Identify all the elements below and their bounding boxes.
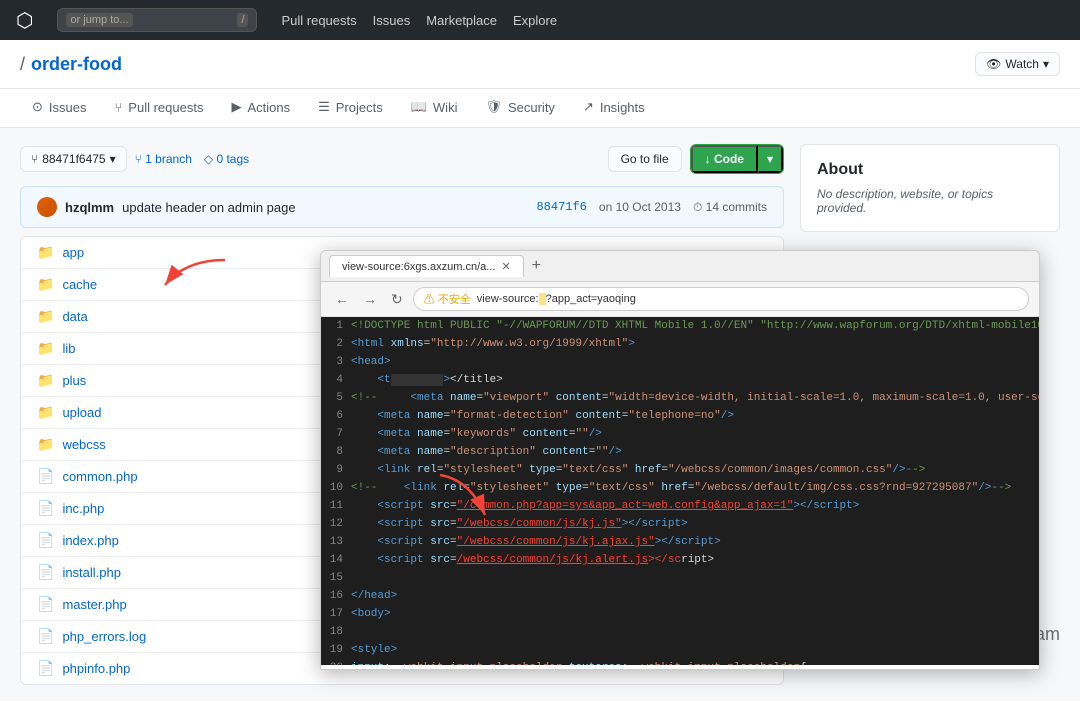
refresh-button[interactable]: ↻ bbox=[387, 289, 407, 310]
folder-icon: 📁 bbox=[37, 404, 54, 421]
branch-meta: ⑂ 1 branch ◇ 0 tags bbox=[135, 152, 250, 166]
commit-bar-left: ⑂ 88471f6475 ▾ ⑂ 1 branch ◇ 0 tags bbox=[20, 146, 249, 172]
issues-icon: ⊙ bbox=[32, 99, 43, 115]
about-title: About bbox=[817, 161, 1043, 179]
file-icon: 📄 bbox=[37, 564, 54, 581]
tab-security-label: Security bbox=[508, 100, 555, 115]
commit-message: update header on admin page bbox=[122, 200, 295, 215]
commit-bar: ⑂ 88471f6475 ▾ ⑂ 1 branch ◇ 0 tags Go to… bbox=[20, 144, 784, 174]
search-placeholder: or jump to... bbox=[66, 13, 132, 27]
folder-icon: 📁 bbox=[37, 308, 54, 325]
wiki-icon: 📖 bbox=[411, 99, 427, 115]
search-box[interactable]: or jump to... / bbox=[57, 8, 257, 32]
tab-issues-label: Issues bbox=[49, 100, 87, 115]
about-description: No description, website, or topics provi… bbox=[817, 187, 1043, 215]
last-commit-row: hzqlmm update header on admin page 88471… bbox=[20, 186, 784, 228]
commit-bar-right: Go to file ↓ Code ▾ bbox=[608, 144, 784, 174]
nav-explore[interactable]: Explore bbox=[513, 13, 557, 28]
tab-actions[interactable]: ▶ Actions bbox=[219, 89, 302, 127]
branch-icon: ⑂ bbox=[31, 152, 38, 166]
tab-pr-label: Pull requests bbox=[128, 100, 203, 115]
file-icon: 📄 bbox=[37, 468, 54, 485]
top-nav-links: Pull requests Issues Marketplace Explore bbox=[281, 13, 557, 28]
folder-icon: 📁 bbox=[37, 372, 54, 389]
actions-icon: ▶ bbox=[231, 99, 241, 115]
branch-name: 88471f6475 bbox=[42, 152, 105, 166]
folder-icon: 📁 bbox=[37, 276, 54, 293]
file-icon: 📄 bbox=[37, 628, 54, 645]
repo-tabs: ⊙ Issues ⑂ Pull requests ▶ Actions ☰ Pro… bbox=[0, 89, 1080, 128]
github-logo: ⬡ bbox=[16, 8, 33, 33]
tab-wiki[interactable]: 📖 Wiki bbox=[399, 89, 470, 127]
nav-marketplace[interactable]: Marketplace bbox=[426, 13, 497, 28]
commits-count[interactable]: ⏱ 14 commits bbox=[693, 200, 767, 215]
tab-projects-label: Projects bbox=[336, 100, 383, 115]
tab-insights[interactable]: ↗ Insights bbox=[571, 89, 657, 127]
branch-selector[interactable]: ⑂ 88471f6475 ▾ bbox=[20, 146, 127, 172]
browser-tab[interactable]: view-source:6xgs.axzum.cn/a... ✕ bbox=[329, 255, 524, 277]
url-bar[interactable]: ⚠ 不安全 view-source: ?app_act=yaoqing bbox=[413, 287, 1029, 311]
search-shortcut: / bbox=[237, 13, 248, 27]
browser-tab-title: view-source:6xgs.axzum.cn/a... bbox=[342, 261, 495, 273]
insights-icon: ↗ bbox=[583, 99, 594, 115]
branches-link[interactable]: ⑂ 1 branch bbox=[135, 152, 192, 166]
author-avatar bbox=[37, 197, 57, 217]
tab-insights-label: Insights bbox=[600, 100, 645, 115]
file-icon: 📄 bbox=[37, 532, 54, 549]
last-commit-left: hzqlmm update header on admin page bbox=[37, 197, 296, 217]
tab-wiki-label: Wiki bbox=[433, 100, 458, 115]
commit-date: on 10 Oct 2013 bbox=[599, 200, 681, 214]
commit-hash[interactable]: 88471f6 bbox=[536, 200, 586, 214]
top-nav: ⬡ or jump to... / Pull requests Issues M… bbox=[0, 0, 1080, 40]
tab-projects[interactable]: ☰ Projects bbox=[306, 89, 395, 127]
tab-security[interactable]: 🛡 Security bbox=[473, 89, 566, 127]
browser-overlay: view-source:6xgs.axzum.cn/a... ✕ + ← → ↻… bbox=[320, 250, 1040, 670]
url-text: view-source: ?app_act=yaoqing bbox=[477, 293, 636, 305]
goto-file-button[interactable]: Go to file bbox=[608, 146, 682, 172]
tags-link[interactable]: ◇ 0 tags bbox=[204, 152, 249, 166]
nav-pull-requests[interactable]: Pull requests bbox=[281, 13, 356, 28]
new-tab-button[interactable]: + bbox=[532, 257, 541, 275]
browser-tab-close[interactable]: ✕ bbox=[501, 260, 510, 273]
projects-icon: ☰ bbox=[318, 99, 330, 115]
folder-icon: 📁 bbox=[37, 340, 54, 357]
file-icon: 📄 bbox=[37, 596, 54, 613]
nav-issues[interactable]: Issues bbox=[373, 13, 411, 28]
watch-label: Watch bbox=[1005, 57, 1039, 71]
branch-chevron: ▾ bbox=[110, 152, 116, 166]
watch-button[interactable]: 👁 Watch ▾ bbox=[975, 52, 1060, 76]
about-box: About No description, website, or topics… bbox=[800, 144, 1060, 232]
commit-author[interactable]: hzqlmm bbox=[65, 200, 114, 215]
tab-pull-requests[interactable]: ⑂ Pull requests bbox=[102, 90, 215, 127]
breadcrumb-sep: / bbox=[20, 54, 25, 75]
browser-nav-bar: ← → ↻ ⚠ 不安全 view-source: ?app_act=yaoqin… bbox=[321, 282, 1039, 317]
tab-actions-label: Actions bbox=[247, 100, 290, 115]
chevron-down-icon: ▾ bbox=[1043, 57, 1049, 71]
browser-tab-bar: view-source:6xgs.axzum.cn/a... ✕ + bbox=[321, 251, 1039, 282]
back-button[interactable]: ← bbox=[331, 289, 353, 309]
url-warning: ⚠ 不安全 bbox=[424, 291, 471, 307]
code-dropdown-arrow[interactable]: ▾ bbox=[758, 145, 783, 173]
eye-icon: 👁 bbox=[986, 57, 1001, 71]
pr-icon: ⑂ bbox=[114, 100, 122, 115]
folder-icon: 📁 bbox=[37, 244, 54, 261]
breadcrumb: / order-food bbox=[20, 54, 122, 75]
forward-button[interactable]: → bbox=[359, 289, 381, 309]
file-icon: 📄 bbox=[37, 500, 54, 517]
code-button[interactable]: ↓ Code bbox=[691, 145, 758, 173]
code-dropdown: ↓ Code ▾ bbox=[690, 144, 784, 174]
breadcrumb-bar: / order-food 👁 Watch ▾ bbox=[0, 40, 1080, 89]
browser-code-view: 1<!DOCTYPE html PUBLIC "-//WAPFORUM//DTD… bbox=[321, 317, 1039, 665]
repo-name-link[interactable]: order-food bbox=[31, 54, 122, 75]
folder-icon: 📁 bbox=[37, 436, 54, 453]
tab-issues[interactable]: ⊙ Issues bbox=[20, 89, 98, 127]
security-icon: 🛡 bbox=[485, 99, 502, 115]
last-commit-right: 88471f6 on 10 Oct 2013 ⏱ 14 commits bbox=[536, 200, 767, 215]
